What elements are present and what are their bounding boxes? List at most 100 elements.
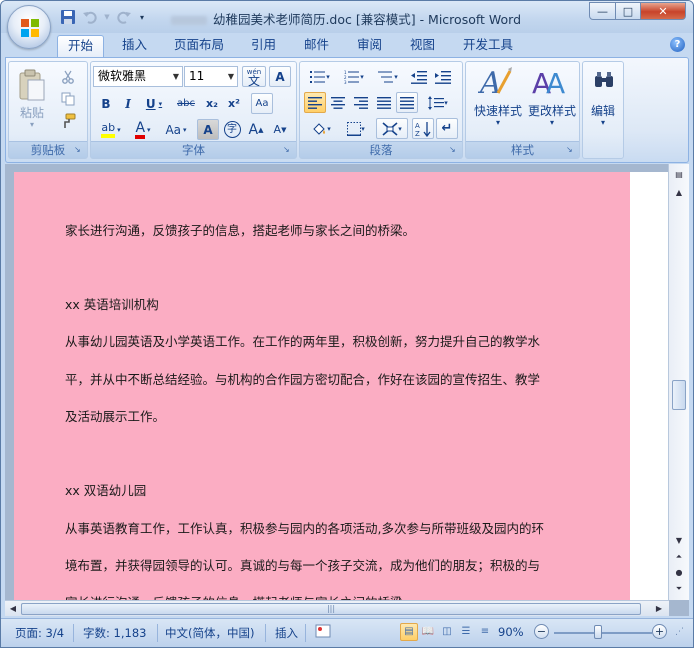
tab-page-layout[interactable]: 页面布局 <box>164 35 234 57</box>
paste-label[interactable]: 粘贴 <box>13 104 51 121</box>
highlight-button[interactable]: ab ▾ <box>95 119 127 140</box>
font-size-dropdown-icon[interactable]: ▼ <box>225 67 237 86</box>
clear-formatting-button[interactable]: Aa <box>251 93 273 114</box>
justify-button[interactable] <box>373 92 395 113</box>
font-color-button[interactable]: A ▾ <box>129 119 157 140</box>
customize-qat-icon[interactable]: ▾ <box>137 8 147 26</box>
ruler-toggle-icon[interactable]: ▤ <box>671 168 687 182</box>
line-spacing-button[interactable]: ▾ <box>422 92 454 113</box>
shading-button[interactable]: ▾ <box>304 118 338 139</box>
scroll-right-icon[interactable]: ▶ <box>651 602 667 616</box>
bold-button[interactable]: B <box>95 93 117 114</box>
zoom-level[interactable]: 90% <box>498 625 524 639</box>
paste-dropdown-icon[interactable]: ▾ <box>13 120 51 129</box>
change-styles-icon[interactable]: AA <box>530 64 570 100</box>
redo-icon[interactable] <box>115 8 133 26</box>
character-shading-button[interactable]: A <box>197 119 219 140</box>
increase-indent-button[interactable] <box>432 66 454 87</box>
strikethrough-button[interactable]: abc <box>173 93 199 114</box>
underline-button[interactable]: U ▾ <box>139 93 169 114</box>
multilevel-list-button[interactable]: ▾ <box>372 66 404 87</box>
change-styles-dropdown-icon[interactable]: ▾ <box>522 118 582 127</box>
zoom-out-icon[interactable]: − <box>534 624 549 639</box>
save-icon[interactable] <box>59 8 77 26</box>
align-right-button[interactable] <box>350 92 372 113</box>
distributed-align-button[interactable] <box>396 92 418 113</box>
font-size-combo[interactable]: 11 ▼ <box>184 66 238 87</box>
maximize-button[interactable]: □ <box>615 2 641 20</box>
bullets-button[interactable]: ▾ <box>304 66 336 87</box>
enclose-characters-button[interactable]: 字 <box>221 119 243 140</box>
office-button[interactable] <box>7 5 51 49</box>
browse-object-icon[interactable]: ● <box>671 566 687 580</box>
clipboard-launcher-icon[interactable]: ↘ <box>74 145 84 155</box>
superscript-button[interactable]: x² <box>223 93 245 114</box>
quick-styles-dropdown-icon[interactable]: ▾ <box>468 118 528 127</box>
tab-developer[interactable]: 开发工具 <box>453 35 523 57</box>
resize-grip-icon[interactable]: ⋰ <box>675 627 684 637</box>
tab-review[interactable]: 审阅 <box>347 35 392 57</box>
copy-icon[interactable] <box>57 88 79 109</box>
align-center-button[interactable] <box>327 92 349 113</box>
insert-mode-status[interactable]: 插入 <box>275 625 298 641</box>
previous-page-icon[interactable]: ⏶ <box>671 550 687 564</box>
paste-icon[interactable] <box>15 66 49 104</box>
help-icon[interactable]: ? <box>670 37 685 52</box>
subscript-button[interactable]: x₂ <box>201 93 223 114</box>
tab-view[interactable]: 视图 <box>400 35 445 57</box>
scroll-up-icon[interactable]: ▲ <box>671 186 687 200</box>
phonetic-guide-button[interactable]: wén 文 <box>242 66 266 87</box>
vertical-scrollbar[interactable]: ▤ ▲ ▼ ⏶ ● ⏷ <box>668 164 689 600</box>
font-launcher-icon[interactable]: ↘ <box>283 145 293 155</box>
change-styles-label[interactable]: 更改样式 <box>522 102 582 119</box>
vertical-scroll-thumb[interactable] <box>672 380 686 410</box>
font-name-combo[interactable]: 微软雅黑 ▼ <box>93 66 183 87</box>
outline-view-icon[interactable]: ☰ <box>457 623 475 641</box>
numbering-dropdown-icon[interactable]: ▾ <box>360 73 364 81</box>
tab-home[interactable]: 开始 <box>57 35 105 57</box>
grow-font-button[interactable]: A ▲ <box>245 119 267 140</box>
edit-label[interactable]: 编辑 <box>583 102 623 119</box>
zoom-slider[interactable] <box>554 632 652 634</box>
decrease-indent-button[interactable] <box>408 66 430 87</box>
minimize-button[interactable]: — <box>589 2 616 20</box>
scroll-down-icon[interactable]: ▼ <box>671 534 687 548</box>
zoom-slider-thumb[interactable] <box>593 625 602 639</box>
edit-dropdown-icon[interactable]: ▾ <box>583 118 623 127</box>
horizontal-scrollbar[interactable]: ◀ ||| ▶ <box>5 600 669 616</box>
highlight-dropdown-icon[interactable]: ▾ <box>117 126 121 134</box>
macro-record-icon[interactable] <box>315 623 331 642</box>
italic-button[interactable]: I <box>117 93 139 114</box>
quick-styles-icon[interactable]: A <box>476 64 516 100</box>
chinese-layout-dropdown-icon[interactable]: ▾ <box>398 125 402 133</box>
document-page[interactable]: 家长进行沟通，反馈孩子的信息，搭起老师与家长之间的桥梁。 xx 英语培训机构 从… <box>14 172 630 608</box>
align-left-button[interactable] <box>304 92 326 113</box>
draft-view-icon[interactable]: ≡ <box>476 623 494 641</box>
show-hide-marks-button[interactable]: ↵ <box>436 118 458 139</box>
undo-dropdown-icon[interactable]: ▼ <box>103 8 111 26</box>
zoom-in-icon[interactable]: + <box>652 624 667 639</box>
format-painter-icon[interactable] <box>57 110 79 131</box>
close-button[interactable]: ✕ <box>640 2 686 20</box>
line-spacing-dropdown-icon[interactable]: ▾ <box>444 99 448 107</box>
language-status[interactable]: 中文(简体，中国) <box>165 625 254 641</box>
chinese-layout-button[interactable]: ▾ <box>376 118 408 139</box>
change-case-dropdown-icon[interactable]: ▾ <box>183 126 187 134</box>
change-case-button[interactable]: Aa ▾ <box>161 119 191 140</box>
font-name-dropdown-icon[interactable]: ▼ <box>170 67 182 86</box>
cut-icon[interactable] <box>57 66 79 87</box>
styles-launcher-icon[interactable]: ↘ <box>566 145 576 155</box>
paragraph-launcher-icon[interactable]: ↘ <box>449 145 459 155</box>
full-screen-reading-icon[interactable]: 📖 <box>419 623 437 641</box>
character-border-button[interactable]: A <box>269 66 291 87</box>
tab-insert[interactable]: 插入 <box>112 35 157 57</box>
sort-button[interactable]: AZ <box>412 118 434 139</box>
underline-dropdown-icon[interactable]: ▾ <box>159 100 163 108</box>
bullets-dropdown-icon[interactable]: ▾ <box>326 73 330 81</box>
word-count-status[interactable]: 字数: 1,183 <box>83 625 146 641</box>
next-page-icon[interactable]: ⏷ <box>671 582 687 596</box>
borders-dropdown-icon[interactable]: ▾ <box>361 125 365 133</box>
shading-dropdown-icon[interactable]: ▾ <box>327 125 331 133</box>
shrink-font-button[interactable]: A ▼ <box>269 119 291 140</box>
font-color-dropdown-icon[interactable]: ▾ <box>147 126 151 134</box>
